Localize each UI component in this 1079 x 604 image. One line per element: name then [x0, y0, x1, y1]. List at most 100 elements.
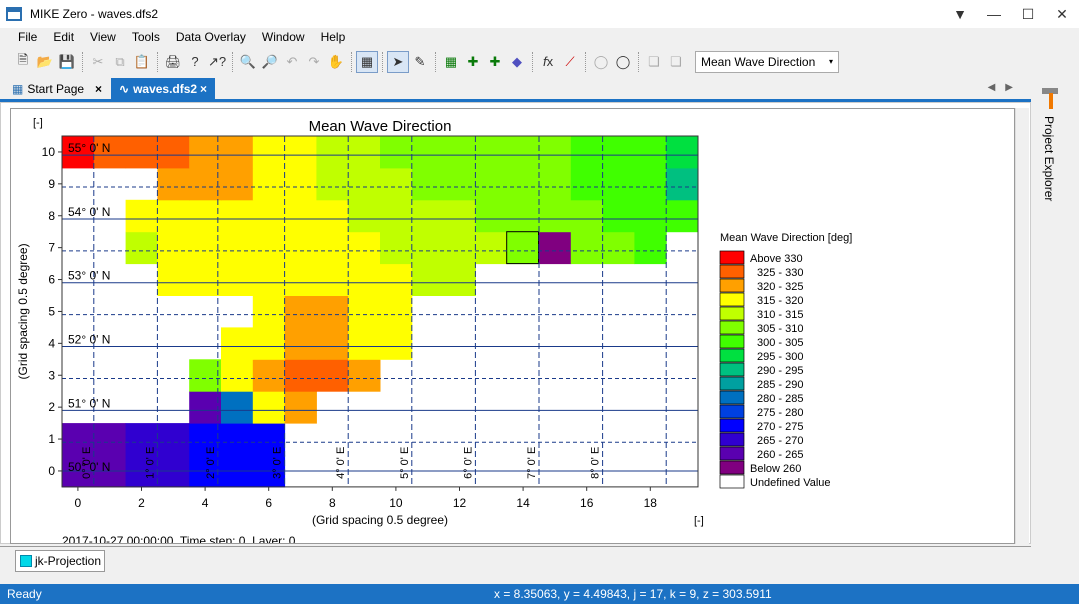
heatmap-cell — [316, 167, 349, 201]
project-explorer-tab[interactable]: Project Explorer — [1042, 116, 1056, 201]
legend-label: 310 - 315 — [757, 309, 803, 321]
legend-label: 295 - 300 — [757, 351, 803, 363]
legend-label: 280 - 285 — [757, 393, 803, 405]
legend-swatch — [719, 250, 745, 265]
pin-icon[interactable]: ▼ — [943, 0, 977, 28]
tab-jk-projection[interactable]: jk-Projection — [15, 550, 105, 572]
heatmap-cell — [221, 263, 254, 296]
menu-view[interactable]: View — [82, 30, 124, 44]
latitude-label: 55° 0' N — [68, 141, 110, 155]
heatmap-cell — [252, 263, 286, 296]
grid-select-icon[interactable]: ▦ — [356, 50, 378, 73]
menu-edit[interactable]: Edit — [45, 30, 82, 44]
longitude-label: 1° 0' E — [144, 447, 156, 479]
import-icon[interactable]: ❏ — [665, 51, 687, 73]
pointer-icon[interactable]: ➤ — [387, 50, 409, 73]
legend-swatch — [719, 376, 745, 391]
legend-title: Mean Wave Direction [deg] — [720, 232, 852, 244]
y-tick-label: 4 — [48, 336, 55, 350]
next-zoom-icon[interactable]: ↷ — [303, 51, 325, 73]
minimize-button[interactable]: — — [977, 0, 1011, 28]
legend-swatch — [719, 418, 745, 433]
timestep-forward-icon[interactable]: ◯ — [612, 51, 634, 73]
timestep-back-icon[interactable]: ◯ — [590, 51, 612, 73]
longitude-label: 2° 0' E — [205, 447, 217, 479]
heatmap-cell — [539, 199, 572, 233]
window-title: MIKE Zero - waves.dfs2 — [30, 7, 159, 21]
menu-help[interactable]: Help — [313, 30, 354, 44]
add-column-icon[interactable]: ✚ — [462, 51, 484, 73]
save-icon[interactable]: 💾 — [56, 51, 78, 73]
heatmap-cell — [284, 327, 317, 360]
layer-icon[interactable]: ◆ — [506, 51, 528, 73]
toolbar-separator — [82, 51, 83, 72]
toolbar-separator — [382, 51, 383, 72]
plot-area[interactable]: Mean Wave Direction [-] 0 1 2 3 4 5 6 7 8 9 10 0 2 4 6 8 1… — [10, 108, 1015, 548]
maximize-button[interactable]: ☐ — [1011, 0, 1045, 28]
close-button[interactable]: ✕ — [1045, 0, 1079, 28]
x-tick-label: 4 — [202, 496, 209, 510]
tab-scroll-arrows[interactable]: ◀▶ — [988, 82, 1023, 93]
menu-window[interactable]: Window — [254, 30, 313, 44]
legend-swatch — [719, 264, 745, 279]
menu-data-overlay[interactable]: Data Overlay — [168, 30, 254, 44]
menu-file[interactable]: File — [10, 30, 45, 44]
tab-start-page[interactable]: ▦ Start Page × — [4, 78, 110, 100]
heatmap-cell — [570, 136, 604, 169]
heatmap-cell — [189, 263, 222, 296]
line-tool-icon[interactable]: ⟋ — [559, 51, 581, 73]
toolbar-separator — [232, 51, 233, 72]
close-icon[interactable]: × — [95, 82, 102, 96]
heatmap-cell — [316, 295, 349, 328]
heatmap-cell — [284, 231, 317, 265]
menu-tools[interactable]: Tools — [124, 30, 168, 44]
help-icon[interactable]: ? — [184, 51, 206, 73]
tab-label: Start Page — [27, 82, 85, 96]
legend-swatch — [719, 432, 745, 447]
latitude-label: 54° 0' N — [68, 205, 110, 219]
zoom-in-icon[interactable]: 🔍 — [237, 51, 259, 73]
print-icon[interactable]: 🖨 — [162, 51, 184, 73]
copy-icon[interactable]: ⧉ — [109, 51, 131, 73]
x-tick-label: 10 — [389, 496, 403, 510]
cut-icon[interactable]: ✂ — [87, 51, 109, 73]
legend-label: 270 - 275 — [757, 421, 803, 433]
export-icon[interactable]: ❏ — [643, 51, 665, 73]
chevron-down-icon: ▾ — [828, 57, 833, 66]
item-combo[interactable]: Mean Wave Direction ▾ — [695, 50, 839, 73]
heatmap-cell — [539, 167, 572, 201]
vertical-scrollbar[interactable] — [1015, 108, 1029, 544]
draw-icon[interactable]: ✎ — [409, 51, 431, 73]
item-combo-value: Mean Wave Direction — [701, 54, 816, 69]
legend-label: 260 - 265 — [757, 449, 803, 461]
close-icon[interactable]: × — [200, 82, 207, 96]
heatmap-cell — [348, 167, 381, 201]
tab-waves[interactable]: ∿ waves.dfs2 × — [111, 78, 215, 100]
plot-footer: 2017-10-27 00:00:00, Time step: 0, Layer… — [62, 534, 296, 543]
table-icon[interactable]: ▦ — [440, 51, 462, 73]
add-row-icon[interactable]: ✚ — [484, 51, 506, 73]
heatmap-cell — [284, 391, 317, 424]
y-tick-label: 8 — [48, 209, 55, 223]
plot-svg[interactable]: Mean Wave Direction[-]0123456789100 2 4 6 8 1… — [11, 109, 1014, 548]
pan-hand-icon[interactable]: ✋ — [325, 51, 347, 73]
plot-title: Mean Wave Direction — [309, 118, 452, 135]
legend-label: 265 - 270 — [757, 435, 803, 447]
previous-zoom-icon[interactable]: ↶ — [281, 51, 303, 73]
hammer-icon[interactable] — [1040, 86, 1062, 110]
heatmap-cell — [125, 136, 158, 169]
zoom-out-icon[interactable]: 🔎 — [259, 51, 281, 73]
legend-label: Below 260 — [750, 463, 801, 475]
legend-swatch — [719, 474, 745, 489]
heatmap-cell — [380, 263, 413, 296]
paste-icon[interactable]: 📋 — [131, 51, 153, 73]
heatmap-cell — [443, 199, 476, 233]
legend-label: 325 - 330 — [757, 267, 803, 279]
open-folder-icon[interactable]: 📂 — [34, 51, 56, 73]
new-file-icon[interactable]: 🗎 — [12, 51, 34, 73]
y-tick-label: 2 — [48, 400, 55, 414]
heatmap-cell — [189, 167, 222, 201]
context-help-icon[interactable]: ↗? — [206, 51, 228, 73]
function-icon[interactable]: fx — [537, 51, 559, 73]
heatmap-cell — [666, 199, 699, 233]
